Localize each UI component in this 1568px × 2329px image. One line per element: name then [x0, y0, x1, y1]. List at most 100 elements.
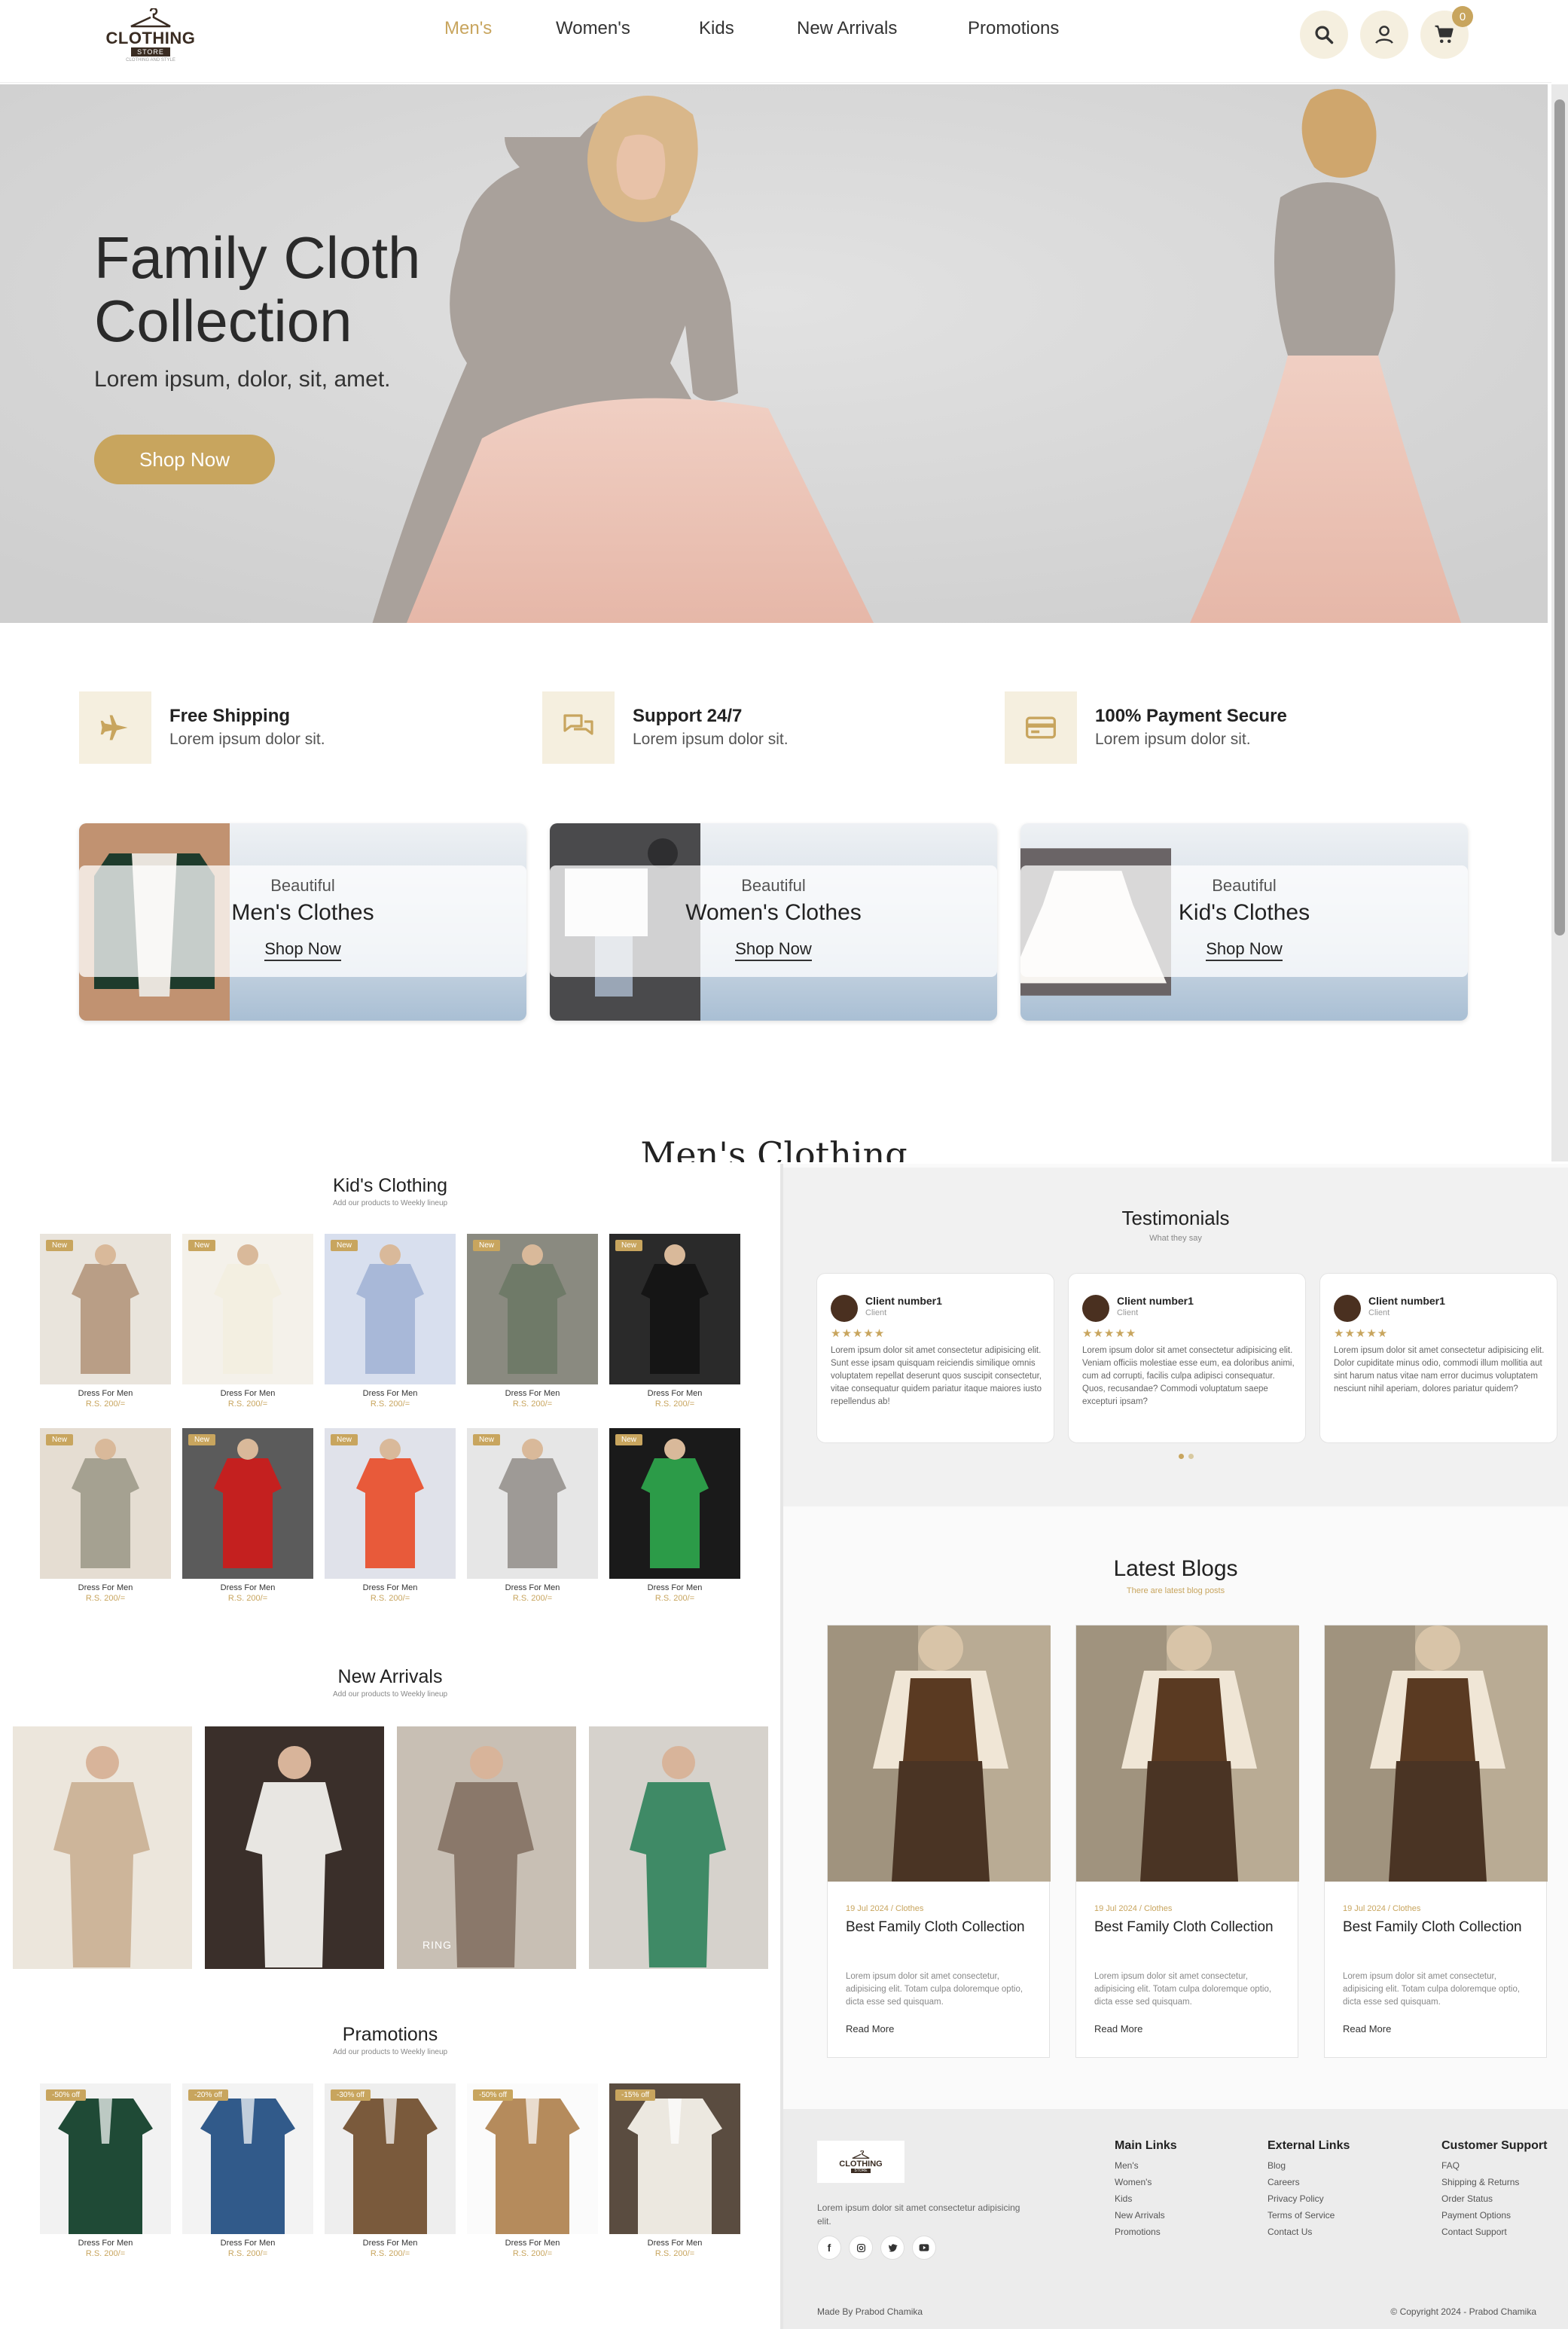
- footer-support-links: Customer Support FAQ Shipping & Returns …: [1441, 2139, 1547, 2240]
- carousel-dot[interactable]: [1188, 1454, 1194, 1459]
- product-name: Dress For Men: [362, 2239, 418, 2248]
- product-card[interactable]: New Dress For Men R.S. 200/=: [40, 1428, 171, 1603]
- page-scrollbar[interactable]: [1551, 84, 1568, 1161]
- footer-link[interactable]: New Arrivals: [1115, 2207, 1177, 2224]
- search-button[interactable]: [1300, 11, 1348, 59]
- product-price: R.S. 200/=: [85, 1594, 126, 1603]
- arrival-card[interactable]: [13, 1726, 192, 1969]
- credit-card-icon: [1005, 691, 1077, 764]
- read-more-link[interactable]: Read More: [846, 2023, 894, 2034]
- facebook-icon[interactable]: f: [817, 2236, 841, 2260]
- blog-image: [1076, 1625, 1299, 1882]
- blog-card[interactable]: 19 Jul 2024 / Clothes Best Family Cloth C…: [1075, 1625, 1299, 2058]
- client-name: Client number1: [1117, 1295, 1194, 1307]
- twitter-icon[interactable]: [880, 2236, 904, 2260]
- arrival-card[interactable]: [589, 1726, 768, 1969]
- footer-link[interactable]: Women's: [1115, 2174, 1177, 2190]
- kids-section-title: Kid's Clothing: [332, 1175, 448, 1196]
- plane-icon: [79, 691, 151, 764]
- client-name: Client number1: [865, 1295, 942, 1307]
- testimonial-text: Lorem ipsum dolor sit amet consectetur a…: [831, 1346, 1042, 1406]
- blog-image: [1325, 1625, 1548, 1882]
- footer-link[interactable]: Men's: [1115, 2157, 1177, 2174]
- brand-tagline: CLOTHING AND STYLE: [126, 58, 175, 63]
- footer-link[interactable]: Terms of Service: [1268, 2207, 1350, 2224]
- blog-title[interactable]: Best Family Cloth Collection: [1094, 1918, 1290, 1937]
- category-card-kids[interactable]: Beautiful Kid's Clothes Shop Now: [1020, 823, 1468, 1021]
- footer-link[interactable]: Contact Us: [1268, 2224, 1350, 2240]
- product-name: Dress For Men: [220, 1583, 276, 1592]
- product-image: New: [40, 1428, 171, 1579]
- product-card[interactable]: New Dress For Men R.S. 200/=: [467, 1234, 598, 1409]
- category-card-womens[interactable]: Beautiful Women's Clothes Shop Now: [550, 823, 997, 1021]
- product-image: New: [182, 1428, 313, 1579]
- arrival-image: [589, 1726, 768, 1969]
- footer-logo[interactable]: CLOTHING STORE: [817, 2141, 904, 2183]
- hero-shop-now-button[interactable]: Shop Now: [94, 435, 275, 484]
- category-shop-now-link[interactable]: Shop Now: [1020, 939, 1468, 961]
- product-image: -30% off: [325, 2083, 456, 2234]
- avatar: [831, 1295, 858, 1322]
- footer-link[interactable]: FAQ: [1441, 2157, 1547, 2174]
- footer-link[interactable]: Payment Options: [1441, 2207, 1547, 2224]
- rating-stars: ★★★★★: [1082, 1327, 1137, 1340]
- arrival-image: [205, 1726, 384, 1969]
- account-button[interactable]: [1360, 11, 1408, 59]
- footer-link[interactable]: Order Status: [1441, 2190, 1547, 2207]
- read-more-link[interactable]: Read More: [1343, 2023, 1391, 2034]
- product-card[interactable]: New Dress For Men R.S. 200/=: [182, 1234, 313, 1409]
- product-card[interactable]: New Dress For Men R.S. 200/=: [609, 1428, 740, 1603]
- category-sub: Beautiful: [741, 876, 806, 895]
- new-badge: New: [615, 1434, 643, 1445]
- product-card[interactable]: New Dress For Men R.S. 200/=: [467, 1428, 598, 1603]
- nav-item-promotions[interactable]: Promotions: [968, 18, 1059, 39]
- footer-link[interactable]: Privacy Policy: [1268, 2190, 1350, 2207]
- promo-product-card[interactable]: -15% off Dress For Men R.S. 200/=: [609, 2083, 740, 2258]
- promo-product-card[interactable]: -50% off Dress For Men R.S. 200/=: [40, 2083, 171, 2258]
- nav-item-new-arrivals[interactable]: New Arrivals: [797, 18, 897, 39]
- footer-link[interactable]: Careers: [1268, 2174, 1350, 2190]
- read-more-link[interactable]: Read More: [1094, 2023, 1142, 2034]
- category-shop-now-link[interactable]: Shop Now: [79, 939, 526, 961]
- product-card[interactable]: New Dress For Men R.S. 200/=: [325, 1234, 456, 1409]
- promo-product-card[interactable]: -30% off Dress For Men R.S. 200/=: [325, 2083, 456, 2258]
- blog-title[interactable]: Best Family Cloth Collection: [1343, 1918, 1539, 1937]
- youtube-icon[interactable]: [912, 2236, 936, 2260]
- arrival-card[interactable]: [205, 1726, 384, 1969]
- cart-button[interactable]: 0: [1420, 6, 1473, 59]
- hero-banner: Family Cloth Collection Lorem ipsum, dol…: [0, 84, 1548, 623]
- product-card[interactable]: New Dress For Men R.S. 200/=: [609, 1234, 740, 1409]
- scrollbar-thumb[interactable]: [1554, 99, 1565, 936]
- avatar: [1334, 1295, 1361, 1322]
- product-card[interactable]: New Dress For Men R.S. 200/=: [40, 1234, 171, 1409]
- footer-link[interactable]: Shipping & Returns: [1441, 2174, 1547, 2190]
- image-watermark: RING: [423, 1939, 452, 1951]
- search-icon: [1315, 26, 1334, 44]
- footer-link[interactable]: Contact Support: [1441, 2224, 1547, 2240]
- product-card[interactable]: New Dress For Men R.S. 200/=: [182, 1428, 313, 1603]
- category-shop-now-link[interactable]: Shop Now: [550, 939, 997, 961]
- product-name: Dress For Men: [78, 1583, 133, 1592]
- blog-title[interactable]: Best Family Cloth Collection: [846, 1918, 1042, 1937]
- nav-item-womens[interactable]: Women's: [556, 18, 630, 39]
- footer-link[interactable]: Promotions: [1115, 2224, 1177, 2240]
- promo-product-card[interactable]: -50% off Dress For Men R.S. 200/=: [467, 2083, 598, 2258]
- blog-card[interactable]: 19 Jul 2024 / Clothes Best Family Cloth C…: [827, 1625, 1051, 2058]
- footer-brand: CLOTHING: [839, 2160, 883, 2169]
- footer-link[interactable]: Kids: [1115, 2190, 1177, 2207]
- nav-item-kids[interactable]: Kids: [699, 18, 734, 39]
- arrival-card[interactable]: RING: [397, 1726, 576, 1969]
- promo-product-card[interactable]: -20% off Dress For Men R.S. 200/=: [182, 2083, 313, 2258]
- new-badge: New: [331, 1240, 358, 1251]
- carousel-dots[interactable]: [1179, 1454, 1194, 1459]
- footer-link[interactable]: Blog: [1268, 2157, 1350, 2174]
- blog-card[interactable]: 19 Jul 2024 / Clothes Best Family Cloth C…: [1324, 1625, 1548, 2058]
- instagram-icon[interactable]: [849, 2236, 873, 2260]
- product-image: New: [609, 1234, 740, 1384]
- nav-item-mens[interactable]: Men's: [444, 18, 492, 39]
- promotions-section-title: Pramotions: [342, 2024, 438, 2045]
- product-card[interactable]: New Dress For Men R.S. 200/=: [325, 1428, 456, 1603]
- carousel-dot[interactable]: [1179, 1454, 1184, 1459]
- category-card-mens[interactable]: Beautiful Men's Clothes Shop Now: [79, 823, 526, 1021]
- category-sub: Beautiful: [1212, 876, 1277, 895]
